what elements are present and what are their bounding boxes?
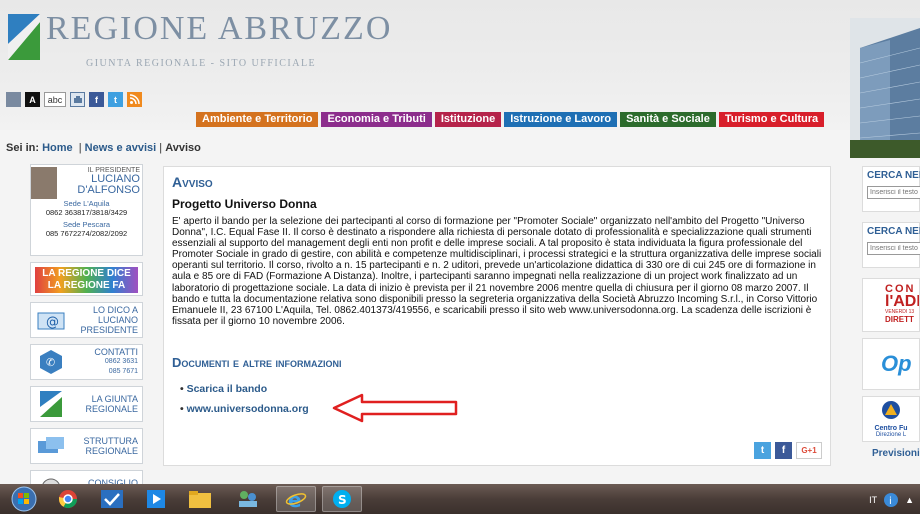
centro-funzionale-line-1: Centro Fu bbox=[874, 425, 908, 432]
open-banner-text: Op bbox=[881, 351, 912, 376]
site-header: REGIONE ABRUZZO GIUNTA REGIONALE - SITO … bbox=[0, 0, 920, 158]
twitter-icon[interactable]: t bbox=[108, 92, 123, 107]
adi-banner[interactable]: CON l'ADI VENERDI 13 DIRETT bbox=[862, 278, 920, 332]
svg-text:@: @ bbox=[46, 315, 59, 330]
president-tel-pescara: 085 7672274/2082/2092 bbox=[45, 229, 128, 238]
article-title: Progetto Universo Donna bbox=[172, 197, 317, 211]
sidebar-item-label: LO DICO A LUCIANO PRESIDENTE bbox=[80, 305, 138, 335]
docs-section-title: Documenti e altre informazioni bbox=[172, 355, 342, 370]
contacts-icon: ✆ bbox=[35, 349, 67, 375]
nav-tab-istituzione[interactable]: Istituzione bbox=[434, 112, 502, 127]
skype-icon[interactable]: S bbox=[322, 486, 362, 512]
centro-funzionale-line-2: Direzione L bbox=[875, 432, 907, 438]
language-indicator[interactable]: IT bbox=[869, 495, 877, 505]
svg-text:✆: ✆ bbox=[46, 356, 55, 369]
site-title[interactable]: REGIONE ABRUZZO bbox=[46, 10, 392, 48]
search-box-2: CERCA NEL bbox=[862, 222, 920, 268]
president-box[interactable]: IL PRESIDENTE LUCIANO D'ALFONSO Sede L'A… bbox=[30, 164, 143, 256]
search-1-input[interactable] bbox=[867, 186, 920, 199]
sidebar-item-giunta[interactable]: LA GIUNTA REGIONALE bbox=[30, 386, 143, 422]
facebook-icon[interactable]: f bbox=[89, 92, 104, 107]
contrast-icon[interactable] bbox=[6, 92, 21, 107]
search-box-1: CERCA NEL bbox=[862, 166, 920, 212]
contatti-label: CONTATTI bbox=[94, 347, 138, 357]
svg-text:i: i bbox=[889, 496, 892, 507]
search-1-title: CERCA NEL bbox=[867, 170, 920, 181]
gplus-share-icon[interactable]: G+1 bbox=[796, 442, 822, 459]
red-arrow-annotation-icon bbox=[332, 393, 458, 423]
nav-tab-turismo[interactable]: Turismo e Cultura bbox=[718, 112, 825, 127]
font-size-button[interactable]: A bbox=[25, 92, 40, 107]
network-users-icon[interactable] bbox=[228, 486, 268, 512]
main-nav: Ambiente e Territorio Economia e Tributi… bbox=[196, 112, 825, 127]
print-icon[interactable] bbox=[70, 92, 85, 107]
svg-text:S: S bbox=[338, 493, 347, 507]
nav-tab-economia[interactable]: Economia e Tributi bbox=[321, 112, 432, 127]
info-tray-icon[interactable]: i bbox=[883, 492, 899, 508]
protezione-civile-banner[interactable]: Centro Fu Direzione L bbox=[862, 396, 920, 442]
search-2-input[interactable] bbox=[867, 242, 920, 255]
nav-tab-istruzione[interactable]: Istruzione e Lavoro bbox=[504, 112, 618, 127]
app-check-icon[interactable] bbox=[92, 486, 132, 512]
contatti-phone-1: 0862 3631 bbox=[104, 358, 138, 365]
right-column: CERCA NEL CERCA NEL CON l'ADI VENERDI 13… bbox=[862, 166, 920, 459]
left-sidebar: IL PRESIDENTE LUCIANO D'ALFONSO Sede L'A… bbox=[30, 164, 143, 512]
sidebar-item-label-contatti: CONTATTI 0862 3631 085 7671 bbox=[67, 347, 138, 377]
regione-dice-fa-banner[interactable]: LA REGIONE DICE LA REGIONE FA bbox=[30, 262, 143, 296]
president-sede-pescara: Sede Pescara bbox=[62, 220, 111, 229]
previsioni-link[interactable]: Previsioni bbox=[862, 448, 920, 459]
internet-explorer-icon[interactable]: e bbox=[276, 486, 316, 512]
share-buttons: t f G+1 bbox=[754, 442, 822, 459]
president-tel-aquila: 0862 363817/3818/3429 bbox=[45, 208, 128, 217]
media-player-icon[interactable] bbox=[136, 486, 176, 512]
svg-text:e: e bbox=[288, 488, 302, 510]
sidebar-item-contatti[interactable]: ✆ CONTATTI 0862 3631 085 7671 bbox=[30, 344, 143, 380]
breadcrumb-current: Avviso bbox=[165, 142, 201, 154]
tray-overflow-icon[interactable]: ▲ bbox=[905, 495, 914, 505]
docs-list: Scarica il bando www.universodonna.org bbox=[180, 383, 309, 423]
windows-taskbar: e S IT i ▲ bbox=[0, 484, 920, 514]
breadcrumb-news-link[interactable]: News e avvisi bbox=[85, 142, 157, 154]
accessibility-tools: A abc f t bbox=[6, 92, 142, 107]
president-sede-aquila: Sede L'Aquila bbox=[63, 199, 110, 208]
building-image-icon bbox=[850, 18, 920, 158]
nav-tab-sanita[interactable]: Sanità e Sociale bbox=[620, 112, 716, 127]
site-subtitle: GIUNTA REGIONALE - SITO UFFICIALE bbox=[86, 58, 317, 69]
president-photo bbox=[31, 167, 57, 199]
regione-logo-icon[interactable] bbox=[8, 14, 40, 60]
file-explorer-icon[interactable] bbox=[180, 486, 220, 512]
banner-line-2: LA REGIONE FA bbox=[47, 280, 126, 291]
main-content: Avviso Progetto Universo Donna E' aperto… bbox=[163, 166, 831, 466]
twitter-share-icon[interactable]: t bbox=[754, 442, 771, 459]
sidebar-item-struttura[interactable]: STRUTTURA REGIONALE bbox=[30, 428, 143, 464]
sidebar-item-label: LA GIUNTA REGIONALE bbox=[85, 394, 138, 414]
adi-banner-line-2: l'ADI bbox=[885, 293, 920, 310]
banner-line-1: LA REGIONE DICE bbox=[42, 268, 131, 279]
breadcrumb-prefix: Sei in: bbox=[6, 142, 40, 154]
search-2-title: CERCA NEL bbox=[867, 226, 920, 237]
open-banner[interactable]: Op bbox=[862, 338, 920, 390]
email-at-icon: @ bbox=[35, 307, 67, 333]
regione-logo-small-icon bbox=[35, 391, 67, 417]
protezione-civile-icon bbox=[882, 401, 900, 419]
start-button-icon[interactable] bbox=[4, 486, 44, 512]
download-bando-link[interactable]: Scarica il bando bbox=[180, 383, 309, 395]
sidebar-item-lo-dico[interactable]: @ LO DICO A LUCIANO PRESIDENTE bbox=[30, 302, 143, 338]
contatti-phone-2: 085 7671 bbox=[108, 368, 138, 375]
facebook-share-icon[interactable]: f bbox=[775, 442, 792, 459]
structure-icon bbox=[35, 433, 67, 459]
article-body: E' aperto il bando per la selezione dei … bbox=[172, 216, 822, 327]
system-tray: IT i ▲ bbox=[869, 492, 914, 508]
section-title: Avviso bbox=[172, 174, 213, 190]
chrome-icon[interactable] bbox=[48, 486, 88, 512]
breadcrumb-home-link[interactable]: Home bbox=[42, 142, 73, 154]
rss-icon[interactable] bbox=[127, 92, 142, 107]
sidebar-item-label: STRUTTURA REGIONALE bbox=[83, 436, 139, 456]
nav-tab-ambiente[interactable]: Ambiente e Territorio bbox=[196, 112, 319, 127]
universodonna-link[interactable]: www.universodonna.org bbox=[180, 403, 309, 415]
text-only-button[interactable]: abc bbox=[44, 92, 66, 107]
adi-banner-line-4: DIRETT bbox=[885, 315, 914, 324]
breadcrumb: Sei in: Home | News e avvisi | Avviso bbox=[6, 142, 201, 154]
